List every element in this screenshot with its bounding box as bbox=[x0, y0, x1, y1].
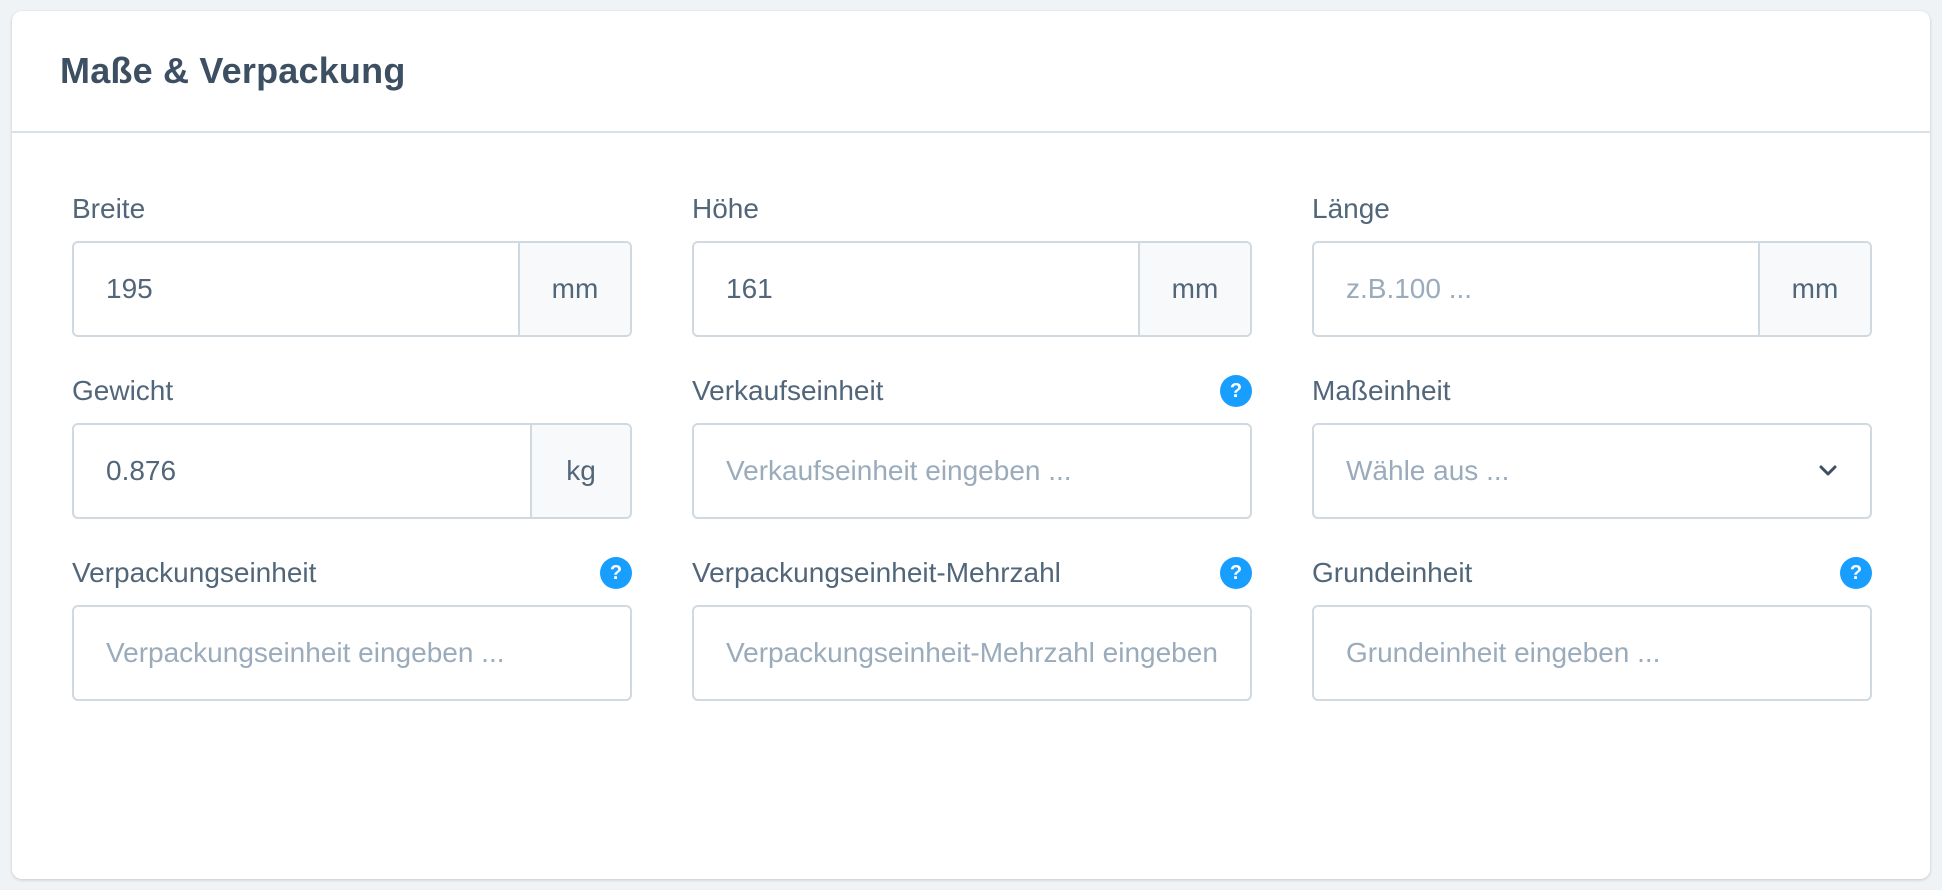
field-grundeinheit: Grundeinheit ? bbox=[1312, 557, 1872, 701]
masseinheit-label: Maßeinheit bbox=[1312, 375, 1451, 406]
gewicht-input[interactable] bbox=[74, 425, 530, 517]
label-row: Verpackungseinheit-Mehrzahl ? bbox=[692, 557, 1252, 589]
grundeinheit-input[interactable] bbox=[1314, 607, 1870, 699]
field-grid: Breite mm Höhe mm Läng bbox=[72, 193, 1872, 701]
verpackungseinheit-input-group bbox=[72, 605, 632, 701]
field-verpackungseinheit-mehrzahl: Verpackungseinheit-Mehrzahl ? bbox=[692, 557, 1252, 701]
verkaufseinheit-label: Verkaufseinheit bbox=[692, 375, 884, 406]
help-icon[interactable]: ? bbox=[1840, 557, 1872, 589]
laenge-input[interactable] bbox=[1314, 243, 1758, 335]
hoehe-input[interactable] bbox=[694, 243, 1138, 335]
hoehe-label: Höhe bbox=[692, 193, 759, 224]
hoehe-input-group: mm bbox=[692, 241, 1252, 337]
laenge-label: Länge bbox=[1312, 193, 1390, 224]
field-verpackungseinheit: Verpackungseinheit ? bbox=[72, 557, 632, 701]
help-icon[interactable]: ? bbox=[600, 557, 632, 589]
verpackungseinheit-mehrzahl-label: Verpackungseinheit-Mehrzahl bbox=[692, 557, 1061, 588]
breite-unit-addon: mm bbox=[518, 243, 630, 335]
masseinheit-selected-value: Wähle aus ... bbox=[1346, 455, 1510, 486]
label-row: Maßeinheit bbox=[1312, 375, 1872, 407]
label-row: Grundeinheit ? bbox=[1312, 557, 1872, 589]
field-gewicht: Gewicht kg bbox=[72, 375, 632, 519]
dimensions-packaging-card: Maße & Verpackung Breite mm Höhe bbox=[12, 11, 1930, 879]
verpackungseinheit-input[interactable] bbox=[74, 607, 630, 699]
card-body: Breite mm Höhe mm Läng bbox=[12, 133, 1930, 701]
label-row: Verkaufseinheit ? bbox=[692, 375, 1252, 407]
grundeinheit-label: Grundeinheit bbox=[1312, 557, 1473, 588]
field-verkaufseinheit: Verkaufseinheit ? bbox=[692, 375, 1252, 519]
hoehe-unit-addon: mm bbox=[1138, 243, 1250, 335]
breite-label: Breite bbox=[72, 193, 146, 224]
verpackungseinheit-mehrzahl-input-group bbox=[692, 605, 1252, 701]
field-masseinheit: Maßeinheit Wähle aus ... bbox=[1312, 375, 1872, 519]
verpackungseinheit-mehrzahl-input[interactable] bbox=[694, 607, 1250, 699]
card-title: Maße & Verpackung bbox=[60, 50, 406, 91]
field-hoehe: Höhe mm bbox=[692, 193, 1252, 337]
field-laenge: Länge mm bbox=[1312, 193, 1872, 337]
verpackungseinheit-label: Verpackungseinheit bbox=[72, 557, 317, 588]
label-row: Verpackungseinheit ? bbox=[72, 557, 632, 589]
laenge-unit-addon: mm bbox=[1758, 243, 1870, 335]
masseinheit-select[interactable]: Wähle aus ... bbox=[1312, 423, 1872, 519]
breite-input[interactable] bbox=[74, 243, 518, 335]
gewicht-label: Gewicht bbox=[72, 375, 174, 406]
verkaufseinheit-input-group bbox=[692, 423, 1252, 519]
label-row: Länge bbox=[1312, 193, 1872, 225]
help-icon[interactable]: ? bbox=[1220, 375, 1252, 407]
gewicht-input-group: kg bbox=[72, 423, 632, 519]
help-icon[interactable]: ? bbox=[1220, 557, 1252, 589]
laenge-input-group: mm bbox=[1312, 241, 1872, 337]
verkaufseinheit-input[interactable] bbox=[694, 425, 1250, 517]
field-breite: Breite mm bbox=[72, 193, 632, 337]
label-row: Breite bbox=[72, 193, 632, 225]
breite-input-group: mm bbox=[72, 241, 632, 337]
chevron-down-icon bbox=[1818, 461, 1838, 481]
grundeinheit-input-group bbox=[1312, 605, 1872, 701]
card-header: Maße & Verpackung bbox=[12, 11, 1930, 133]
label-row: Höhe bbox=[692, 193, 1252, 225]
gewicht-unit-addon: kg bbox=[530, 425, 630, 517]
label-row: Gewicht bbox=[72, 375, 632, 407]
